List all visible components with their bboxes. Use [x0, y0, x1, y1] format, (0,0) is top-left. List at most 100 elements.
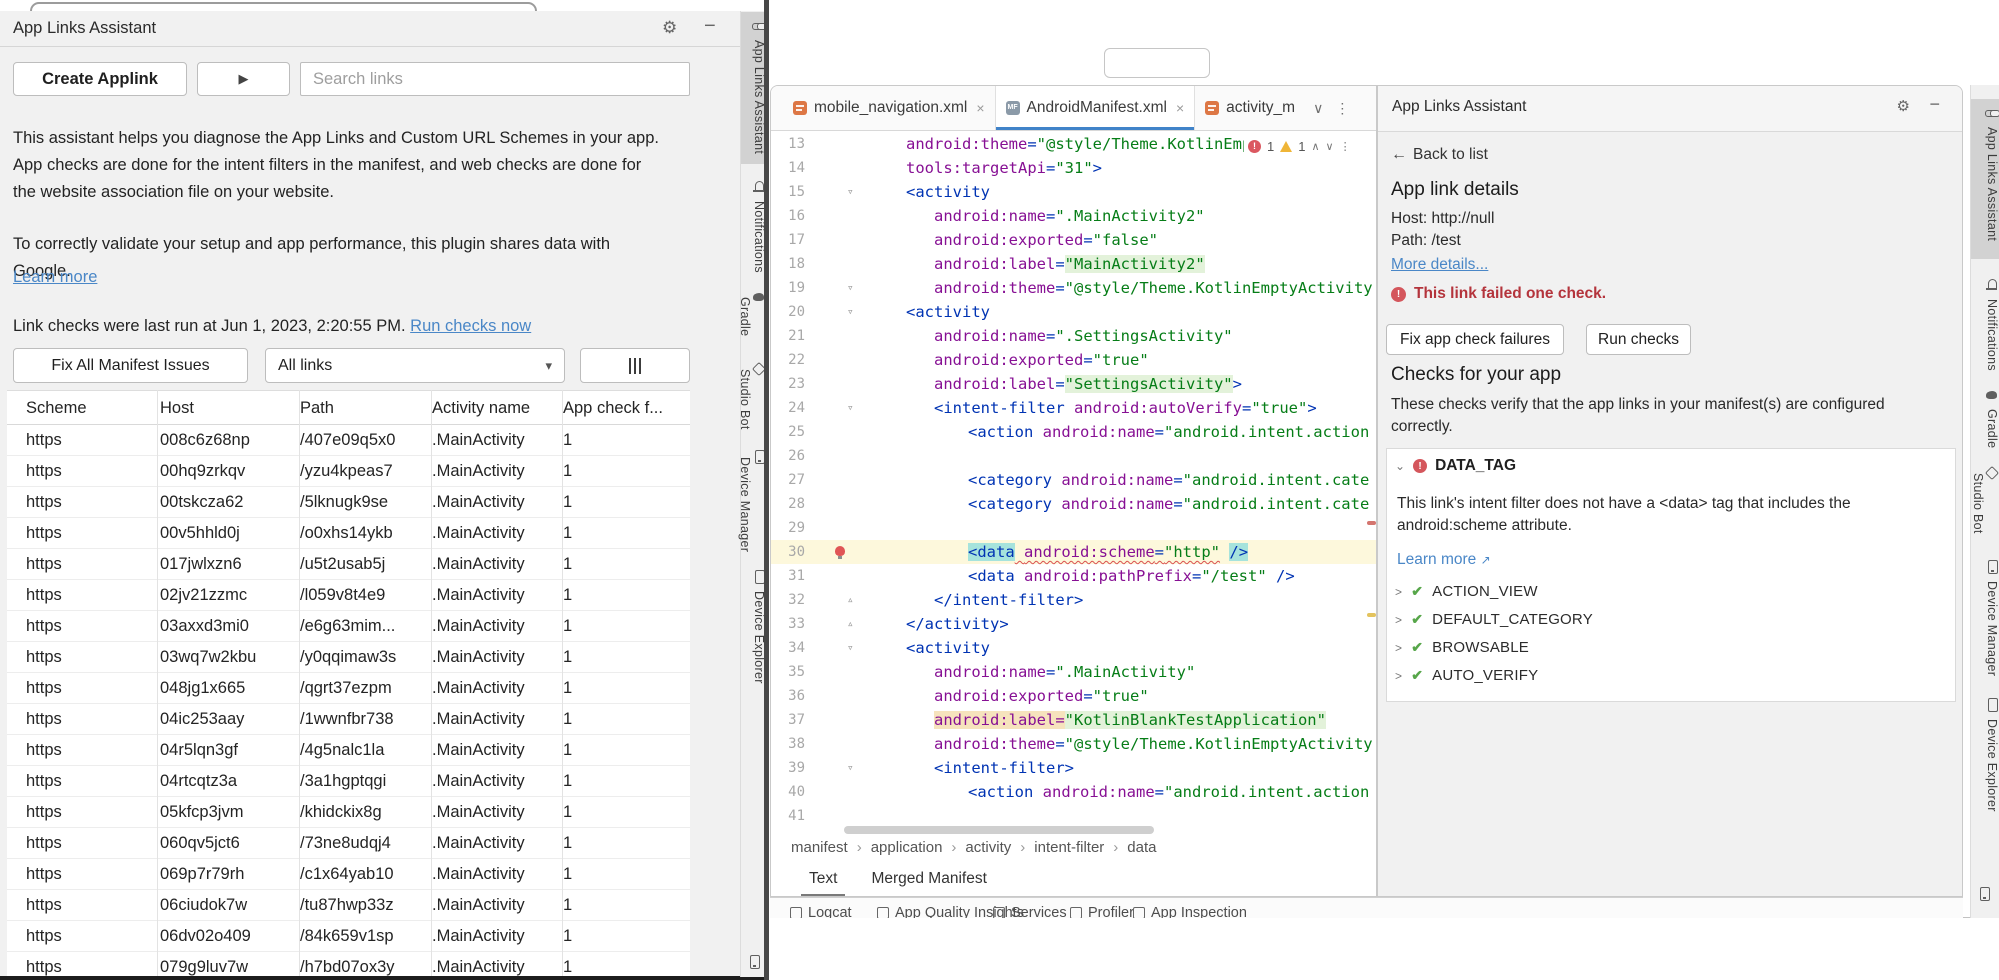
- fold-marker[interactable]: ▿: [847, 396, 854, 420]
- breadcrumb-item[interactable]: manifest: [791, 839, 848, 856]
- code-line[interactable]: 23android:label="SettingsActivity">: [771, 372, 1376, 396]
- breadcrumb-item[interactable]: data: [1127, 839, 1156, 856]
- minimize-icon[interactable]: −: [704, 15, 716, 38]
- fix-app-check-failures-button[interactable]: Fix app check failures: [1386, 324, 1564, 355]
- stripe-tab-device-manager[interactable]: Device Manager: [1971, 553, 1999, 681]
- table-row[interactable]: https04ic253aay/1wwnfbr738.MainActivity1: [7, 704, 690, 735]
- code-line[interactable]: 14tools:targetApi="31">: [771, 156, 1376, 180]
- editor-tab-activity-m[interactable]: activity_m: [1195, 86, 1305, 130]
- fold-marker[interactable]: ▿: [847, 300, 854, 324]
- code-line[interactable]: 38android:theme="@style/Theme.KotlinEmpt…: [771, 732, 1376, 756]
- table-row[interactable]: https02jv21zzmc/l059v8t4e9.MainActivity1: [7, 580, 690, 611]
- stripe-tab-studio-bot[interactable]: Studio Bot: [741, 355, 766, 435]
- code-line[interactable]: 36android:exported="true": [771, 684, 1376, 708]
- passed-check-auto_verify[interactable]: >✔AUTO_VERIFY: [1395, 667, 1538, 684]
- table-row[interactable]: https060qv5jct6/73ne8udqj4.MainActivity1: [7, 828, 690, 859]
- breadcrumb-item[interactable]: activity: [965, 839, 1011, 856]
- table-header-cell[interactable]: Host: [160, 391, 290, 425]
- code-editor[interactable]: 13android:theme="@style/Theme.KotlinEmp1…: [771, 132, 1376, 832]
- code-line[interactable]: 27<category android:name="android.intent…: [771, 468, 1376, 492]
- code-line[interactable]: 30<data android:scheme="http" />: [771, 540, 1376, 564]
- code-line[interactable]: 25<action android:name="android.intent.a…: [771, 420, 1376, 444]
- editor-tab-mobile-navigation-xml[interactable]: mobile_navigation.xml×: [783, 86, 995, 130]
- fix-all-manifest-issues-button[interactable]: Fix All Manifest Issues: [13, 348, 248, 383]
- run-button[interactable]: ▶: [197, 62, 290, 96]
- gear-icon[interactable]: ⚙: [662, 18, 677, 38]
- code-line[interactable]: 40<action android:name="android.intent.a…: [771, 780, 1376, 804]
- table-row[interactable]: https04r5lqn3gf/4g5nalc1la.MainActivity1: [7, 735, 690, 766]
- learn-more-link[interactable]: Learn more: [13, 268, 97, 287]
- passed-check-action_view[interactable]: >✔ACTION_VIEW: [1395, 583, 1538, 600]
- table-row[interactable]: https069p7r79rh/c1x64yab10.MainActivity1: [7, 859, 690, 890]
- table-header-cell[interactable]: Scheme: [26, 391, 146, 425]
- panel-header[interactable]: App Links Assistant ⚙ −: [1378, 86, 1962, 132]
- code-line[interactable]: 33▵</activity>: [771, 612, 1376, 636]
- warning-stripe-mark[interactable]: [1367, 613, 1376, 617]
- code-line[interactable]: 35android:name=".MainActivity": [771, 660, 1376, 684]
- code-line[interactable]: 31<data android:pathPrefix="/test" />: [771, 564, 1376, 588]
- table-row[interactable]: https017jwlxzn6/u5t2usab5j.MainActivity1: [7, 549, 690, 580]
- fold-marker[interactable]: ▿: [847, 276, 854, 300]
- fold-marker[interactable]: ▿: [847, 180, 854, 204]
- gear-icon[interactable]: ⚙: [1897, 97, 1910, 115]
- next-issue-icon[interactable]: ∨: [1326, 140, 1334, 153]
- bottom-bar-item-logcat[interactable]: Logcat: [790, 905, 852, 918]
- tab-overflow-icon[interactable]: ⋮: [1335, 100, 1349, 117]
- back-to-list-link[interactable]: ←Back to list: [1391, 146, 1488, 164]
- breadcrumb-item[interactable]: intent-filter: [1034, 839, 1104, 856]
- code-line[interactable]: 19▿android:theme="@style/Theme.KotlinEmp…: [771, 276, 1376, 300]
- error-stripe-mark[interactable]: [1367, 521, 1376, 525]
- breadcrumb-item[interactable]: application: [871, 839, 943, 856]
- code-line[interactable]: 20▿<activity: [771, 300, 1376, 324]
- fold-marker[interactable]: ▵: [847, 612, 854, 636]
- code-line[interactable]: 29: [771, 516, 1376, 540]
- code-line[interactable]: 32▵</intent-filter>: [771, 588, 1376, 612]
- create-applink-button[interactable]: Create Applink: [13, 62, 187, 96]
- close-icon[interactable]: ×: [976, 100, 984, 116]
- horizontal-scrollbar[interactable]: [844, 826, 1154, 834]
- window-titlebar[interactable]: App Links Assistant ⚙ −: [0, 11, 740, 47]
- code-line[interactable]: 41: [771, 804, 1376, 828]
- code-line[interactable]: 15▿<activity: [771, 180, 1376, 204]
- table-row[interactable]: https00tskcza62/5lknugk9se.MainActivity1: [7, 487, 690, 518]
- table-row[interactable]: https048jg1x665/qgrt37ezpm.MainActivity1: [7, 673, 690, 704]
- code-line[interactable]: 26: [771, 444, 1376, 468]
- stripe-tab-gradle[interactable]: Gradle: [741, 283, 766, 347]
- stripe-tab-app-links-assistant[interactable]: App Links Assistant: [741, 12, 766, 164]
- code-line[interactable]: 17android:exported="false": [771, 228, 1376, 252]
- data-tag-check-row[interactable]: ⌄ ! DATA_TAG: [1395, 457, 1516, 475]
- stripe-tab-studio-bot[interactable]: Studio Bot: [1971, 459, 1999, 545]
- tab-list-dropdown-icon[interactable]: ∨: [1313, 100, 1323, 117]
- table-row[interactable]: https079g9luv7w/h7bd07ox3y.MainActivity1: [7, 952, 690, 977]
- passed-check-browsable[interactable]: >✔BROWSABLE: [1395, 639, 1529, 656]
- code-line[interactable]: 18android:label="MainActivity2": [771, 252, 1376, 276]
- bottom-bar-item-app-inspection[interactable]: App Inspection: [1133, 905, 1247, 918]
- table-row[interactable]: https04rtcqtz3a/3a1hgptqgi.MainActivity1: [7, 766, 690, 797]
- links-table[interactable]: SchemeHostPathActivity nameApp check f..…: [7, 390, 690, 977]
- stripe-tab-device-explorer[interactable]: Device Explorer: [1971, 691, 1999, 819]
- table-row[interactable]: https00hq9zrkqv/yzu4kpeas7.MainActivity1: [7, 456, 690, 487]
- code-line[interactable]: 22android:exported="true": [771, 348, 1376, 372]
- code-line[interactable]: 16android:name=".MainActivity2": [771, 204, 1376, 228]
- code-line[interactable]: 21android:name=".SettingsActivity": [771, 324, 1376, 348]
- tab-text[interactable]: Text: [809, 870, 837, 888]
- learn-more-link[interactable]: Learn more ↗: [1397, 551, 1491, 569]
- table-row[interactable]: https05kfcp3jvm/khidckix8g.MainActivity1: [7, 797, 690, 828]
- more-details-link[interactable]: More details...: [1391, 256, 1488, 274]
- code-line[interactable]: 34▿<activity: [771, 636, 1376, 660]
- prev-issue-icon[interactable]: ∧: [1311, 140, 1319, 153]
- code-line[interactable]: 28<category android:name="android.intent…: [771, 492, 1376, 516]
- tab-merged-manifest[interactable]: Merged Manifest: [871, 870, 986, 888]
- search-links-input[interactable]: [300, 62, 690, 96]
- stripe-tab-device-explorer[interactable]: Device Explorer: [741, 563, 766, 689]
- passed-check-default_category[interactable]: >✔DEFAULT_CATEGORY: [1395, 611, 1593, 628]
- table-row[interactable]: https008c6z68np/407e09q5x0.MainActivity1: [7, 425, 690, 456]
- inspections-menu-icon[interactable]: ⋮: [1340, 140, 1351, 153]
- error-lamp-icon[interactable]: [835, 546, 845, 556]
- table-row[interactable]: https06ciudok7w/tu87hwp33z.MainActivity1: [7, 890, 690, 921]
- code-line[interactable]: 39▿<intent-filter>: [771, 756, 1376, 780]
- stripe-tab-device-manager[interactable]: Device Manager: [741, 443, 766, 555]
- bottom-bar-item-profiler[interactable]: Profiler: [1070, 905, 1134, 918]
- table-header-cell[interactable]: Activity name: [432, 391, 554, 425]
- minimize-icon[interactable]: −: [1929, 94, 1940, 115]
